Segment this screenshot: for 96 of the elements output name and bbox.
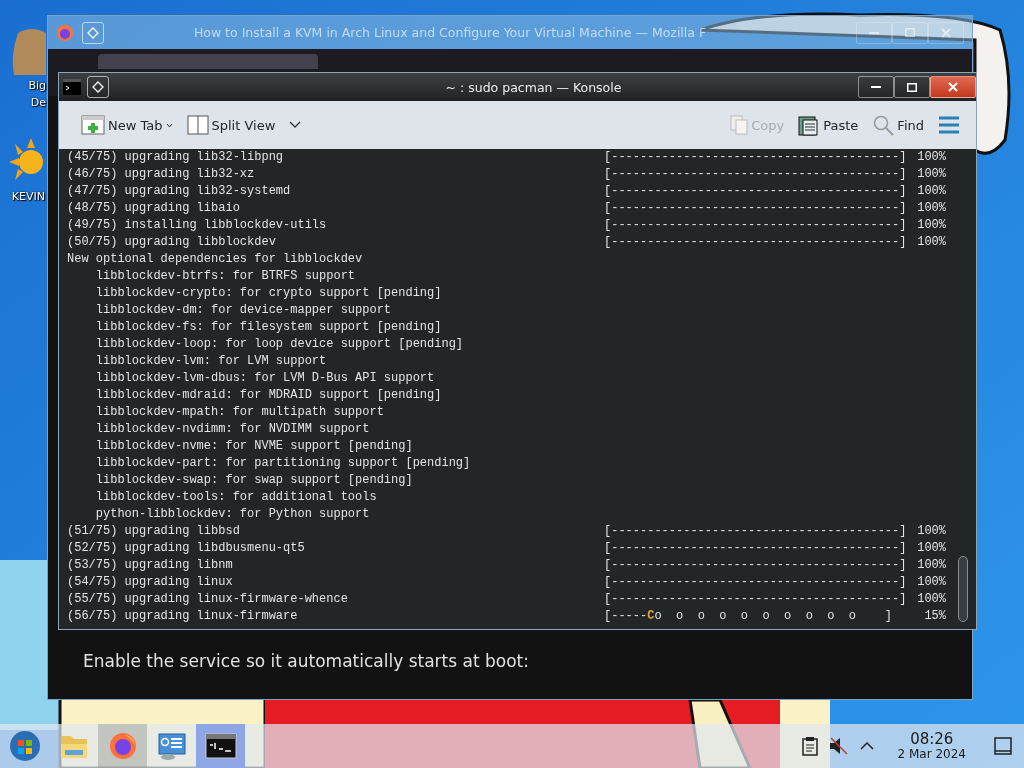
split-view-button[interactable]: Split View — [182, 109, 280, 141]
icon-label: KEVIN — [11, 189, 45, 205]
terminal-text: (54/75) upgrading linux — [67, 574, 234, 591]
terminal-text: python-libblockdev: for Python support — [94, 506, 371, 523]
caret-icon — [165, 122, 173, 128]
diamond-icon — [87, 26, 99, 39]
terminal-text: (45/75) upgrading lib32-libpng — [67, 149, 285, 166]
progress-bar-text: [----------------------------------------] — [604, 183, 906, 200]
percent-text: 100% — [916, 557, 946, 574]
progress-bar-text: [----------------------------------------] — [604, 540, 906, 557]
percent-text: 15% — [923, 608, 946, 625]
terminal-text: libblockdev-loop: for loop device support [pending] — [94, 336, 465, 353]
terminal-icon — [63, 79, 81, 95]
copy-icon — [730, 115, 749, 135]
paragraph: Enable the service so it automatically starts at boot: — [83, 651, 529, 671]
percent-text: 100% — [916, 540, 946, 557]
terminal-text: libblockdev-lvm-dbus: for LVM D-Bus API support — [94, 370, 436, 387]
close-button[interactable] — [928, 21, 964, 44]
firefox-icon — [107, 731, 138, 761]
close-button[interactable] — [930, 76, 976, 98]
terminal-text: (48/75) upgrading libaio — [67, 200, 241, 217]
progress-bar-text: [----------------------------------------] — [604, 234, 906, 251]
terminal-text: libblockdev-btrfs: for BTRFS support — [94, 268, 357, 285]
new-tab-button[interactable]: New Tab — [77, 109, 177, 141]
progress-bar-text: [----------------------------------------] — [604, 217, 906, 234]
maximize-icon — [905, 28, 915, 37]
chevron-up-icon[interactable] — [859, 741, 874, 751]
minimize-button[interactable] — [858, 76, 894, 98]
minimize-icon — [871, 86, 881, 88]
percent-text: 100% — [916, 591, 946, 608]
progress-bar-text: [----------------------------------------] — [604, 557, 906, 574]
diamond-icon — [92, 81, 104, 93]
maximize-icon — [907, 82, 917, 92]
terminal-text: New optional dependencies for libblockdev — [67, 251, 364, 268]
search-icon — [872, 114, 895, 136]
terminal-text: libblockdev-part: for partitioning support [pending] — [94, 455, 472, 472]
terminal-text: (46/75) upgrading lib32-xz — [67, 166, 256, 183]
icon-label: Big — [28, 78, 46, 94]
clock-date[interactable]: 2 Mar 2024 — [897, 747, 966, 761]
terminal-text: (50/75) upgrading libblockdev — [67, 234, 277, 251]
percent-text: 100% — [916, 574, 946, 591]
new-tab-icon — [81, 114, 105, 136]
percent-text: 100% — [916, 200, 946, 217]
terminal-text: (51/75) upgrading libbsd — [67, 523, 241, 540]
terminal-icon — [204, 733, 237, 759]
menu-icon — [938, 116, 960, 134]
icon-label: De — [30, 95, 46, 111]
split-view-icon — [186, 115, 209, 135]
progress-bar-text: [----------------------------------------] — [604, 166, 906, 183]
terminal-text: libblockdev-crypto: for crypto support [pending] — [94, 285, 443, 302]
scrollbar-thumb[interactable] — [958, 556, 968, 622]
terminal-text: libblockdev-dm: for device-mapper support — [94, 302, 393, 319]
progress-bar-text: [----------------------------------------] — [604, 149, 906, 166]
progress-bar-text: [----------------------------------------] — [604, 200, 906, 217]
clock-time[interactable]: 08:26 — [910, 731, 954, 747]
terminal-text: (55/75) upgrading linux-firmware-whence — [67, 591, 349, 608]
muted-speaker-icon[interactable] — [827, 736, 850, 756]
terminal-text: libblockdev-lvm: for LVM support — [94, 353, 328, 370]
terminal-text: (52/75) upgrading libdbusmenu-qt5 — [67, 540, 306, 557]
percent-text: 100% — [916, 523, 946, 540]
taskbar-button[interactable] — [196, 724, 245, 768]
firefox-icon — [56, 23, 74, 42]
terminal-text: libblockdev-nvme: for NVME support [pending] — [94, 438, 414, 455]
terminal-text: libblockdev-mpath: for multipath support — [94, 404, 385, 421]
terminal-text: (47/75) upgrading lib32-systemd — [67, 183, 292, 200]
find-button[interactable]: Find — [868, 109, 928, 141]
progress-bar-text: [----------------------------------------] — [604, 523, 906, 540]
progress-bar-text: [----------------------------------------] — [604, 591, 906, 608]
clipboard-icon[interactable] — [801, 736, 818, 756]
clipboard-icon — [798, 114, 821, 136]
percent-text: 100% — [916, 166, 946, 183]
progress-bar-text: [-----Co o o o o o o o o o ] — [604, 608, 894, 625]
terminal-text: libblockdev-nvdimm: for NVDIMM support — [94, 421, 371, 438]
terminal-text: libblockdev-swap: for swap support [pending] — [94, 472, 414, 489]
terminal-text: libblockdev-tools: for additional tools — [94, 489, 378, 506]
minimize-icon — [869, 31, 879, 34]
paste-button[interactable]: Paste — [794, 109, 863, 141]
window-title: ~ : sudo pacman — Konsole — [444, 79, 623, 95]
pin-button[interactable] — [87, 76, 109, 98]
percent-text: 100% — [916, 183, 946, 200]
close-icon — [941, 27, 951, 38]
progress-bar-text: [----------------------------------------] — [604, 574, 906, 591]
percent-text: 100% — [916, 149, 946, 166]
terminal-text: (56/75) upgrading linux-firmware — [67, 608, 299, 625]
caret-icon — [289, 121, 302, 129]
show-desktop-icon[interactable] — [994, 737, 1012, 755]
terminal-text: libblockdev-mdraid: for MDRAID support [pending] — [94, 387, 443, 404]
percent-text: 100% — [916, 234, 946, 251]
maximize-button[interactable] — [894, 76, 930, 98]
close-icon — [948, 82, 958, 92]
percent-text: 100% — [916, 217, 946, 234]
terminal-text: libblockdev-fs: for filesystem support [pending] — [94, 319, 443, 336]
terminal-text: (49/75) installing libblockdev-utils — [67, 217, 328, 234]
terminal-text: (53/75) upgrading libnm — [67, 557, 234, 574]
monitor-icon — [155, 731, 188, 761]
start-orb-icon — [8, 730, 41, 762]
